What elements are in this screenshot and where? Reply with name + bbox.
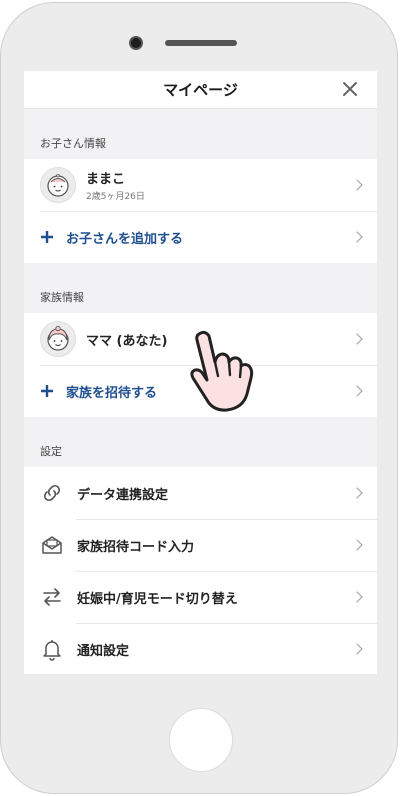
link-icon	[43, 484, 61, 502]
baby-face-icon	[47, 174, 69, 197]
section-label-family: 家族情報	[40, 291, 84, 304]
family-member-name: ママ (あなた)	[86, 333, 168, 349]
settings-item-data-link[interactable]: データ連携設定	[24, 467, 377, 519]
mother-face-icon	[47, 325, 69, 351]
chevron-right-icon	[351, 333, 363, 345]
front-camera	[129, 36, 143, 50]
child-age: 2歳5ヶ月26日	[86, 192, 145, 202]
child-name: ままこ	[86, 172, 126, 187]
chevron-right-icon	[351, 487, 363, 499]
section-label-children: お子さん情報	[40, 137, 106, 150]
plus-icon	[41, 231, 53, 243]
mama-avatar	[40, 321, 76, 357]
chevron-right-icon	[351, 539, 363, 551]
chevron-right-icon	[351, 179, 363, 191]
chevron-right-icon	[351, 231, 363, 243]
settings-item-label: データ連携設定	[77, 487, 169, 503]
section-label-settings: 設定	[40, 445, 62, 458]
settings-item-mode-switch[interactable]: 妊娠中/育児モード切り替え	[24, 571, 377, 623]
chevron-right-icon	[351, 643, 363, 655]
add-child-row[interactable]: お子さんを追加する	[24, 211, 377, 263]
children-group: ままこ 2歳5ヶ月26日 お子さんを追加する	[24, 159, 377, 263]
settings-item-notifications[interactable]: 通知設定	[24, 623, 377, 674]
plus-icon	[41, 385, 53, 397]
settings-item-invite-code[interactable]: 家族招待コード入力	[24, 519, 377, 571]
speaker-grille	[165, 40, 237, 46]
settings-item-label: 家族招待コード入力	[77, 539, 195, 555]
mail-open-icon	[42, 536, 62, 554]
swap-arrows-icon	[43, 588, 61, 606]
home-button[interactable]	[169, 708, 233, 772]
settings-item-label: 通知設定	[77, 643, 130, 659]
child-info: ままこ 2歳5ヶ月26日	[86, 168, 145, 202]
bell-icon	[43, 640, 61, 661]
child-avatar	[40, 167, 76, 203]
page-title: マイページ	[163, 81, 238, 99]
close-icon[interactable]	[341, 80, 359, 98]
tap-hand-icon	[190, 330, 254, 412]
add-child-label: お子さんを追加する	[66, 231, 184, 247]
child-row[interactable]: ままこ 2歳5ヶ月26日	[24, 159, 377, 211]
nav-bar: マイページ	[24, 71, 377, 109]
settings-item-label: 妊娠中/育児モード切り替え	[77, 591, 238, 607]
family-member-info: ママ (あなた)	[86, 330, 167, 349]
settings-group: データ連携設定 家族招待コード入力 妊娠中/育児モード切り替え 通知設定	[24, 467, 377, 674]
chevron-right-icon	[351, 591, 363, 603]
chevron-right-icon	[351, 385, 363, 397]
invite-family-label: 家族を招待する	[66, 385, 158, 401]
